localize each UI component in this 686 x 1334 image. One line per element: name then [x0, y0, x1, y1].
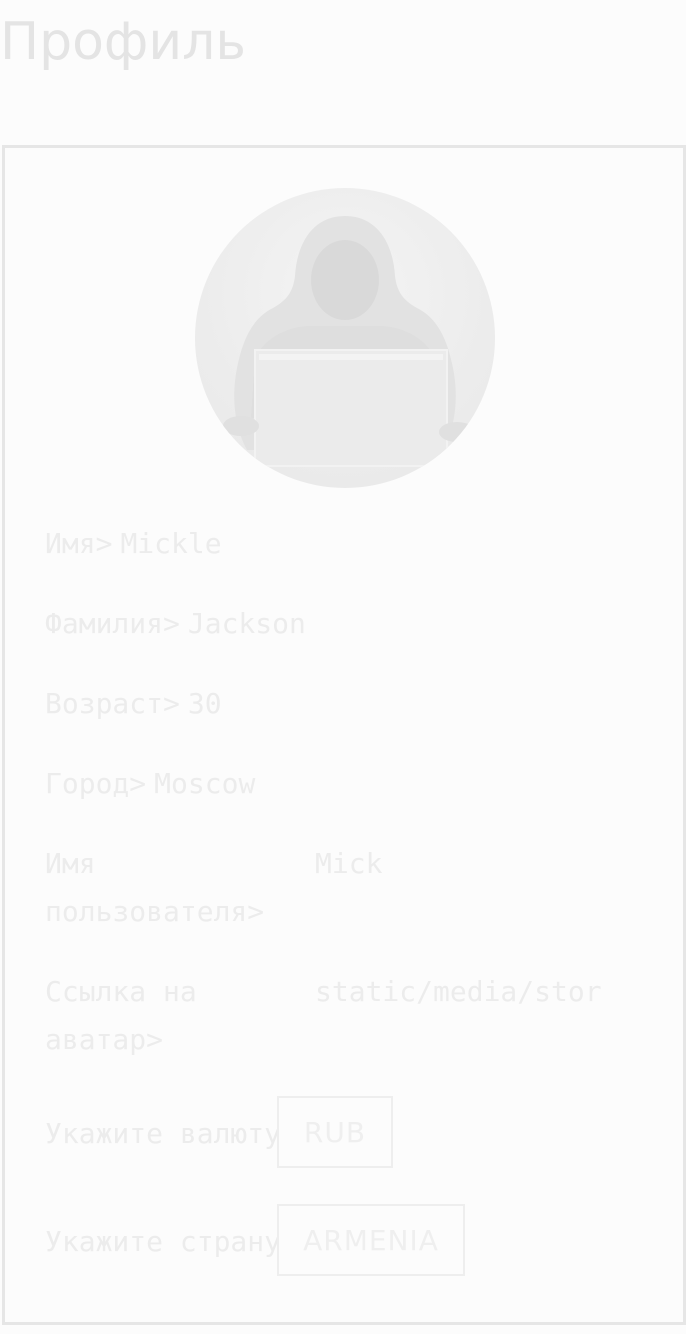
city-row: Город> Moscow [45, 760, 255, 808]
last-name-row: Фамилия> Jackson [45, 600, 306, 648]
age-value: 30 [187, 687, 222, 720]
country-select-value: ARMENIA [303, 1223, 439, 1257]
country-label: Укажите страну> [45, 1225, 298, 1258]
country-select[interactable]: ARMENIA [277, 1204, 465, 1276]
username-value: Mick [315, 847, 383, 880]
first-name-value: Mickle [120, 527, 222, 560]
username-row: Имя пользователя> Mick [45, 840, 645, 936]
currency-label: Укажите валюту> [45, 1117, 298, 1150]
avatar [195, 188, 495, 488]
username-label: Имя пользователя> [45, 847, 265, 928]
first-name-label: Имя> [45, 527, 113, 560]
avatar-link-row: Ссылка на аватар> static/media/stor [45, 968, 645, 1064]
age-row: Возраст> 30 [45, 680, 222, 728]
profile-card: Имя> Mickle Фамилия> Jackson Возраст> 30 Го… [2, 145, 686, 1325]
currency-select-value: RUB [303, 1115, 367, 1149]
currency-select[interactable]: RUB [277, 1096, 393, 1168]
age-label: Возраст> [45, 687, 180, 720]
first-name-row: Имя> Mickle [45, 520, 222, 568]
avatar-link-label: Ссылка на аватар> [45, 975, 197, 1056]
city-value: Moscow [154, 767, 256, 800]
hacker-avatar-icon [223, 216, 475, 467]
last-name-value: Jackson [187, 607, 306, 640]
avatar-link-value: static/media/stor [315, 975, 602, 1008]
city-label: Город> [45, 767, 147, 800]
last-name-label: Фамилия> [45, 607, 180, 640]
page-title: Профиль [0, 12, 247, 72]
